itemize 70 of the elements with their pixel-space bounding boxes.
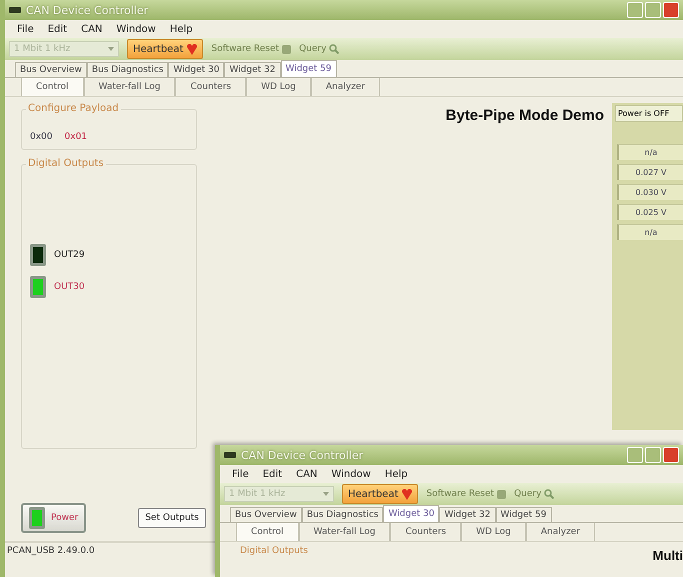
tab[interactable]: Widget 32: [439, 507, 496, 522]
led-toggle[interactable]: [30, 244, 46, 266]
maximize-button[interactable]: [645, 447, 661, 463]
heartbeat-button[interactable]: Heartbeat: [342, 484, 418, 504]
close-button[interactable]: [663, 2, 679, 18]
group-title: Digital Outputs: [26, 158, 106, 169]
menu-item[interactable]: Window: [331, 468, 371, 480]
demo-heading: Multi: [652, 548, 683, 563]
menu-item[interactable]: File: [232, 468, 249, 480]
menu-item[interactable]: Edit: [262, 468, 282, 480]
menu-item[interactable]: Edit: [48, 24, 68, 34]
reading-value: 0.025 V: [617, 204, 683, 220]
tab[interactable]: Widget 30: [383, 505, 440, 522]
search-icon: [329, 44, 340, 54]
output-label: OUT30: [54, 282, 85, 292]
dropdown-caret-icon: [108, 47, 114, 51]
tab[interactable]: Bus Diagnostics: [302, 507, 384, 522]
status-text: PCAN_USB 2.49.0.0: [7, 546, 95, 556]
tab[interactable]: Bus Diagnostics: [86, 62, 168, 77]
tab[interactable]: Control: [236, 523, 299, 541]
led-toggle[interactable]: [30, 276, 46, 298]
group-title: Digital Outputs: [240, 546, 308, 558]
set-outputs-button[interactable]: Set Outputs: [138, 508, 206, 528]
menu-item[interactable]: CAN: [296, 468, 318, 480]
reading-value: n/a: [617, 224, 683, 240]
dropdown-caret-icon: [323, 492, 329, 496]
payload-byte[interactable]: 0x00: [30, 132, 53, 142]
tab[interactable]: Widget 59: [496, 507, 552, 522]
tab[interactable]: WD Log: [461, 523, 526, 541]
tab[interactable]: Widget 32: [224, 62, 280, 77]
heartbeat-button[interactable]: Heartbeat: [127, 39, 204, 59]
menu-item[interactable]: File: [17, 24, 34, 34]
tab[interactable]: Control: [21, 78, 84, 96]
power-status: Power is OFF: [615, 105, 683, 122]
group-title: Configure Payload: [26, 103, 121, 114]
tab[interactable]: Counters: [175, 78, 246, 96]
menu-item[interactable]: Help: [170, 24, 193, 34]
heart-icon: [402, 488, 412, 500]
minimize-button[interactable]: [627, 447, 643, 463]
reading-value: 0.027 V: [617, 164, 683, 180]
reset-icon: [497, 490, 506, 498]
tab[interactable]: WD Log: [246, 78, 311, 96]
tab[interactable]: Widget 59: [280, 60, 337, 77]
reading-value: n/a: [617, 144, 683, 160]
menu-item[interactable]: Window: [116, 24, 156, 34]
tab[interactable]: Counters: [390, 523, 462, 541]
app-icon: [9, 7, 21, 13]
window-title: CAN Device Controller: [241, 448, 364, 462]
reset-icon: [282, 44, 292, 54]
output-label: OUT29: [54, 250, 85, 260]
minimize-button[interactable]: [627, 2, 643, 18]
power-button[interactable]: Power: [21, 503, 86, 533]
tab[interactable]: Water-fall Log: [298, 523, 390, 541]
menu-item[interactable]: CAN: [81, 24, 102, 34]
tab[interactable]: Analyzer: [526, 523, 596, 541]
window-title: CAN Device Controller: [26, 4, 148, 16]
maximize-button[interactable]: [645, 2, 661, 18]
app-icon: [224, 452, 236, 458]
close-button[interactable]: [663, 447, 679, 463]
tab[interactable]: Water-fall Log: [84, 78, 176, 96]
tab[interactable]: Widget 30: [168, 62, 224, 77]
tab[interactable]: Bus Overview: [230, 507, 302, 522]
tab[interactable]: Bus Overview: [15, 62, 87, 77]
tab[interactable]: Analyzer: [310, 78, 380, 96]
search-icon: [544, 489, 554, 499]
reading-value: 0.030 V: [617, 184, 683, 200]
menu-item[interactable]: Help: [384, 468, 408, 480]
heart-icon: [187, 44, 198, 54]
demo-heading: Byte-Pipe Mode Demo: [446, 107, 604, 124]
payload-byte[interactable]: 0x01: [64, 132, 88, 142]
